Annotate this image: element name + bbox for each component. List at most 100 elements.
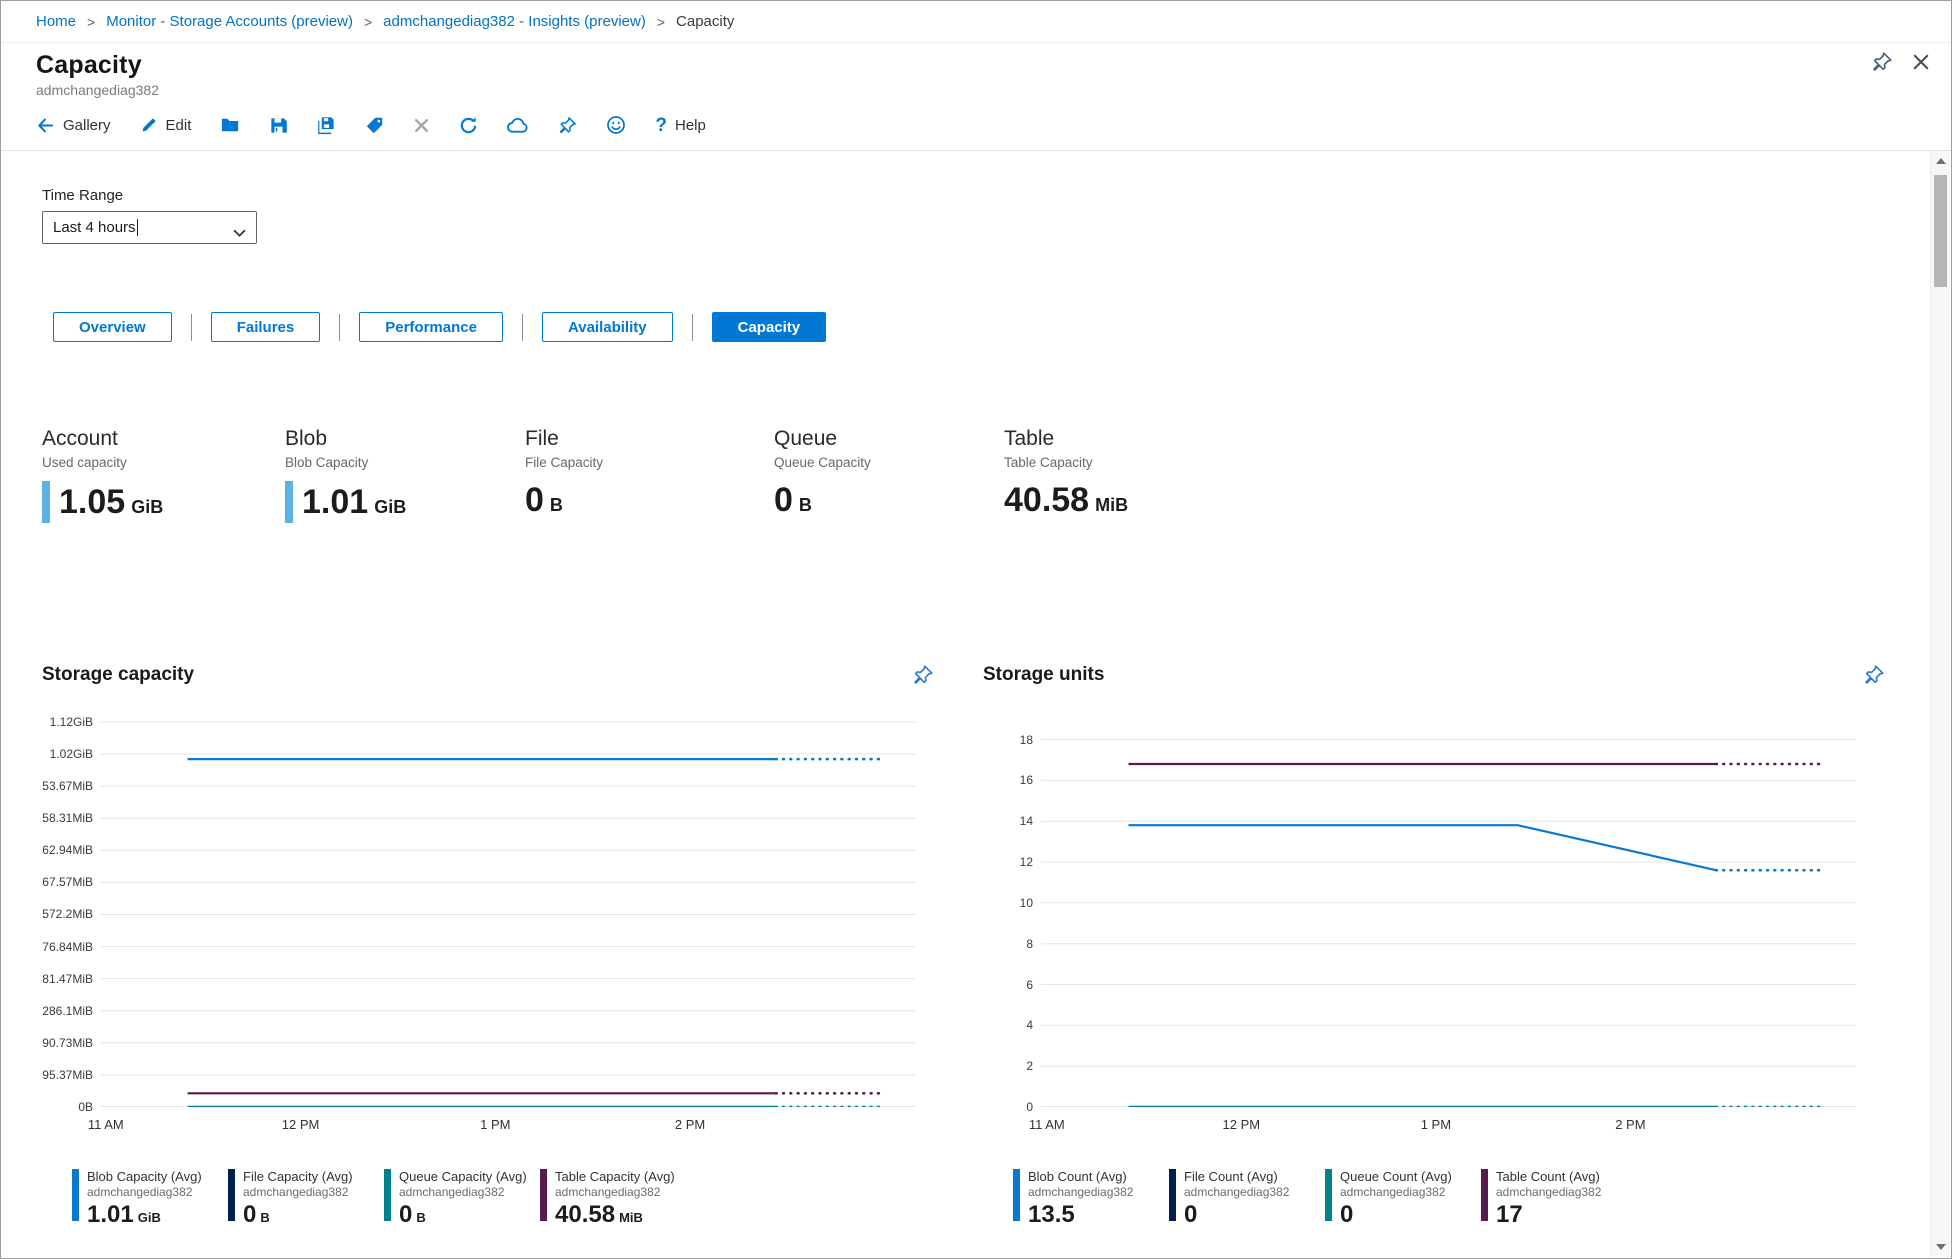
metric-unit: B (549, 495, 563, 515)
y-tick-label: 953.67MiB (42, 779, 93, 794)
y-tick-label: 286.1MiB (42, 1003, 93, 1018)
legend-value: 0B (399, 1201, 426, 1228)
legend-value: 0B (243, 1201, 270, 1228)
x-tick-label: 2 PM (1615, 1117, 1646, 1132)
legend-series-name: Queue Capacity (Avg) (399, 1169, 527, 1184)
legend-value: 13.5 (1028, 1201, 1075, 1228)
breadcrumb-link[interactable]: Home (36, 13, 76, 30)
pin-chart-icon[interactable] (912, 664, 934, 686)
legend-item[interactable]: File Capacity (Avg) admchangediag382 0 B (228, 1169, 384, 1229)
save-icon (269, 116, 288, 135)
legend-item[interactable]: Table Capacity (Avg) admchangediag382 40.5… (540, 1169, 696, 1229)
metric-unit: GiB (131, 496, 164, 517)
legend-item[interactable]: File Count (Avg) admchangediag382 0 (1169, 1169, 1325, 1229)
text-cursor (136, 219, 138, 236)
metric-title: File (525, 427, 559, 450)
legend-color-bar (1481, 1169, 1488, 1221)
metric-subtitle: Blob Capacity (285, 455, 369, 470)
close-blade-icon[interactable] (1911, 52, 1931, 72)
legend-color-bar (228, 1169, 235, 1221)
legend-item[interactable]: Queue Count (Avg) admchangediag382 0 (1325, 1169, 1481, 1229)
metric-value: 1.01 GiB (302, 482, 407, 521)
metric-title: Account (42, 427, 118, 450)
chart-legend: Blob Capacity (Avg) admchangediag382 1.01 G… (42, 1169, 942, 1229)
help-button[interactable]: ? Help (655, 116, 705, 135)
x-tick-label: 2 PM (674, 1117, 706, 1132)
metric-title: Blob (285, 427, 328, 450)
pin-button[interactable] (558, 116, 577, 135)
legend-value: 0 (1184, 1201, 1198, 1228)
y-tick-label: 572.2MiB (42, 907, 93, 922)
tab-performance[interactable]: Performance (359, 312, 503, 342)
metric-card-account: Account Used capacity 1.05 GiB (42, 427, 285, 523)
legend-series-name: Blob Capacity (Avg) (87, 1169, 202, 1184)
tab-capacity[interactable]: Capacity (711, 312, 827, 342)
pin-chart-icon[interactable] (1863, 664, 1885, 686)
discard-x-icon (413, 117, 430, 134)
triangle-down-icon (1935, 1244, 1946, 1250)
legend-color-bar (1169, 1169, 1176, 1221)
legend-series-name: Blob Count (Avg) (1028, 1169, 1127, 1184)
tab-separator (190, 313, 192, 341)
page-subtitle: admchangediag382 (36, 82, 159, 98)
save-button[interactable] (269, 116, 288, 135)
metric-unit: GiB (374, 496, 407, 517)
tag-button[interactable] (365, 116, 384, 135)
gallery-button[interactable]: Gallery (36, 116, 111, 135)
legend-item[interactable]: Blob Capacity (Avg) admchangediag382 1.01 G… (72, 1169, 228, 1229)
breadcrumb-link[interactable]: Monitor - Storage Accounts (preview) (106, 13, 353, 30)
breadcrumb-separator-icon: > (363, 13, 373, 30)
chart-plot-area[interactable] (100, 715, 916, 1112)
legend-resource-name: admchangediag382 (399, 1185, 505, 1199)
metric-value: 0B (774, 481, 812, 519)
chart-title: Storage units (983, 664, 1105, 685)
y-tick-label: 12 (1019, 855, 1033, 869)
y-tick-label: 381.47MiB (42, 971, 93, 986)
pencil-icon (140, 116, 158, 134)
discard-button[interactable] (413, 117, 430, 134)
cloud-button[interactable] (507, 116, 529, 134)
metric-subtitle: File Capacity (525, 455, 604, 470)
scroll-down-button[interactable] (1931, 1237, 1950, 1257)
x-tick-label: 11 AM (87, 1117, 124, 1132)
metric-card-queue: Queue Queue Capacity 0 B (774, 427, 1004, 523)
save-copy-icon (317, 116, 336, 135)
chart-plot-area[interactable] (1041, 715, 1856, 1112)
back-arrow-icon (36, 116, 55, 135)
y-tick-label: 0 (1026, 1100, 1033, 1114)
y-tick-label: 95.37MiB (42, 1067, 93, 1082)
legend-item[interactable]: Blob Count (Avg) admchangediag382 13.5 (1013, 1169, 1169, 1229)
insight-tabs: Overview Failures Performance Availability C… (53, 312, 827, 342)
refresh-button[interactable] (459, 116, 478, 135)
metric-cards: Account Used capacity 1.05 GiB Blob Blob Capa… (42, 427, 1128, 523)
legend-item[interactable]: Queue Capacity (Avg) admchangediag382 0 B (384, 1169, 540, 1229)
folder-icon (220, 115, 240, 135)
edit-button[interactable]: Edit (140, 116, 191, 134)
metric-value: 0B (525, 481, 563, 519)
y-tick-label: 1.02GiB (49, 747, 93, 762)
tab-overview[interactable]: Overview (53, 312, 172, 342)
tab-availability[interactable]: Availability (541, 312, 673, 342)
feedback-button[interactable] (606, 115, 626, 135)
time-range-dropdown[interactable]: Last 4 hours (42, 211, 257, 244)
open-button[interactable] (220, 115, 240, 135)
legend-unit: MiB (619, 1210, 643, 1225)
save-as-button[interactable] (317, 116, 336, 135)
breadcrumb-link[interactable]: admchangediag382 - Insights (preview) (383, 13, 646, 30)
x-tick-label: 11 AM (1028, 1117, 1065, 1132)
y-tick-label: 4 (1026, 1018, 1033, 1033)
legend-resource-name: admchangediag382 (555, 1185, 661, 1199)
y-tick-label: 10 (1019, 895, 1033, 910)
tab-separator (339, 313, 341, 341)
scrollbar-thumb[interactable] (1934, 175, 1947, 287)
legend-item[interactable]: Table Count (Avg) admchangediag382 17 (1481, 1169, 1637, 1229)
scroll-up-button[interactable] (1931, 151, 1950, 171)
metric-card-table: Table Table Capacity 40.58 MiB (1004, 427, 1128, 523)
legend-color-bar (1325, 1169, 1332, 1221)
tab-failures[interactable]: Failures (210, 312, 321, 342)
vertical-scrollbar[interactable] (1930, 151, 1950, 1257)
chart-title: Storage capacity (42, 664, 195, 685)
tag-icon (365, 116, 384, 135)
pin-blade-icon[interactable] (1871, 51, 1893, 73)
legend-value: 40.58 MiB (555, 1201, 643, 1228)
